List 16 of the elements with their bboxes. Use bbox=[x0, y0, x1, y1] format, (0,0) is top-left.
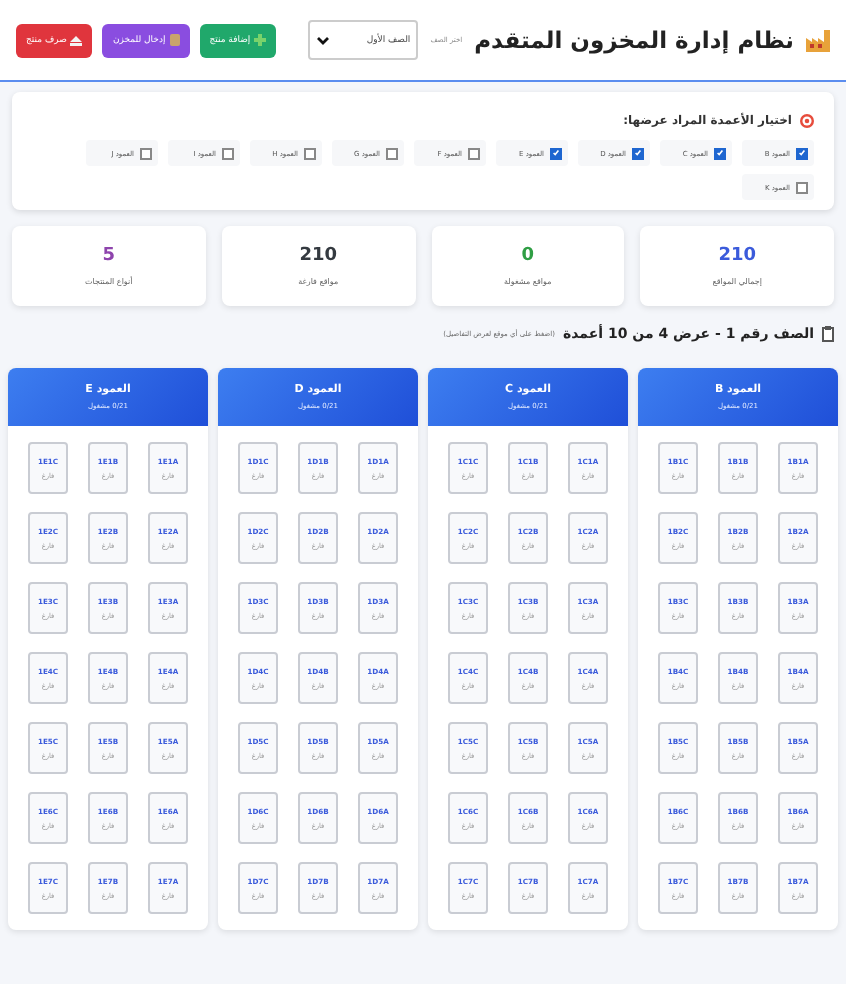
check-icon bbox=[552, 148, 560, 158]
factory-icon bbox=[806, 29, 830, 51]
check-icon bbox=[716, 148, 724, 158]
stat-value: 0 bbox=[521, 246, 535, 266]
chevron-down-icon bbox=[316, 35, 331, 45]
target-icon bbox=[800, 114, 814, 128]
check-icon bbox=[798, 148, 806, 158]
plus-icon bbox=[254, 34, 267, 46]
stat-value: 5 bbox=[102, 246, 116, 266]
check-icon bbox=[634, 148, 642, 158]
box-icon bbox=[169, 34, 180, 46]
stat-value: 210 bbox=[299, 246, 338, 266]
clipboard-icon bbox=[822, 326, 834, 342]
tray-icon bbox=[70, 35, 83, 45]
stat-value: 210 bbox=[718, 246, 757, 266]
app-title: نظام إدارة المخزون المتقدم bbox=[474, 26, 794, 54]
